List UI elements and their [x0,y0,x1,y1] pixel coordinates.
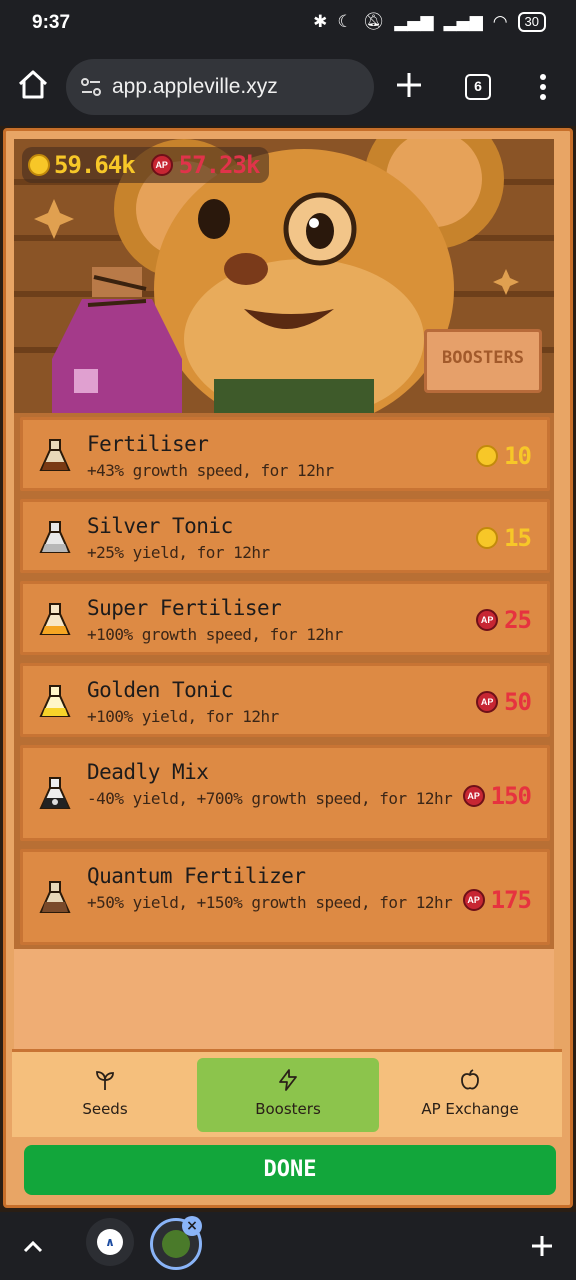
price-value: 15 [504,524,532,552]
mute-icon: 🔕︎ [362,12,385,32]
booster-row-quantum-fertilizer[interactable]: Quantum Fertilizer +50% yield, +150% gro… [20,849,550,945]
add-icon[interactable] [530,1234,554,1258]
booster-name: Quantum Fertilizer [87,864,306,888]
ap-icon: AP [462,889,485,911]
system-nav-bar: ∧ × [0,1212,576,1280]
coin-icon [28,154,50,176]
booster-row-golden-tonic[interactable]: Golden Tonic +100% yield, for 12hr AP 50 [20,663,550,737]
status-time: 9:37 [32,12,71,33]
close-bubble-icon[interactable]: × [182,1216,202,1236]
price-value: 10 [504,442,532,470]
apple-icon [461,1069,479,1090]
boosters-panel: 59.64k AP 57.23k BOOSTERS Fertiliser +43… [3,128,573,1208]
booster-name: Super Fertiliser [87,596,282,620]
status-icons: ✱ ☾ 🔕︎ ▂▄▆ ▂▄▆ ◠ 30 [313,12,546,32]
moon-icon: ☾ [337,12,353,32]
booster-desc: -40% yield, +700% growth speed, for 12hr [87,789,453,808]
coin-icon [476,445,499,467]
done-button[interactable]: DONE [24,1145,556,1195]
tab-boosters[interactable]: Boosters [197,1058,379,1132]
booster-name: Silver Tonic [87,514,233,538]
signal-icon-2: ▂▄▆ [443,12,483,32]
bluetooth-icon: ✱ [313,12,328,32]
signal-icon: ▂▄▆ [394,12,434,32]
booster-desc: +100% growth speed, for 12hr [87,625,343,644]
ap-icon: AP [476,609,499,631]
booster-row-deadly-mix[interactable]: Deadly Mix -40% yield, +700% growth spee… [20,745,550,841]
brown-potion-icon [39,439,71,471]
url-bar[interactable]: app.appleville.xyz [66,59,374,115]
tab-seeds[interactable]: Seeds [14,1058,196,1132]
new-tab-icon[interactable] [394,70,424,100]
booster-desc: +100% yield, for 12hr [87,707,279,726]
price-value: 175 [490,886,532,914]
booster-desc: +43% growth speed, for 12hr [87,461,334,480]
booster-price: AP 150 [462,782,532,810]
sprout-icon [96,1071,114,1090]
booster-name: Fertiliser [87,432,209,456]
coin-balance: 59.64k [54,151,136,179]
skull-potion-icon [39,777,71,809]
chevron-up-icon[interactable] [22,1236,44,1256]
bottom-tab-bar: Seeds Boosters AP Exchange [12,1049,562,1137]
tab-boosters-label: Boosters [255,1100,321,1118]
boosters-banner: 59.64k AP 57.23k BOOSTERS [14,139,554,413]
booster-row-fertiliser[interactable]: Fertiliser +43% growth speed, for 12hr 1… [20,417,550,491]
game-frame: 59.64k AP 57.23k BOOSTERS Fertiliser +43… [0,126,576,1212]
booster-row-silver-tonic[interactable]: Silver Tonic +25% yield, for 12hr 15 [20,499,550,573]
currency-display: 59.64k AP 57.23k [22,147,270,183]
tab-ap-exchange[interactable]: AP Exchange [379,1058,561,1132]
booster-price: AP 175 [462,886,532,914]
tab-ap-exchange-label: AP Exchange [421,1100,519,1118]
lightning-icon [279,1069,297,1091]
booster-row-super-fertiliser[interactable]: Super Fertiliser +100% growth speed, for… [20,581,550,655]
booster-price: 10 [476,442,532,470]
more-menu-icon[interactable] [534,72,552,102]
boosters-sign-text: BOOSTERS [442,348,524,368]
browser-toolbar: app.appleville.xyz 6 [0,50,576,126]
battery-indicator: 30 [517,12,546,32]
status-bar: 9:37 ✱ ☾ 🔕︎ ▂▄▆ ▂▄▆ ◠ 30 [0,0,576,50]
wifi-icon: ◠ [492,12,508,32]
home-icon[interactable] [16,68,50,102]
booster-price: AP 25 [476,606,532,634]
orange-potion-icon [39,603,71,635]
ap-icon: AP [150,154,173,176]
coin-icon [476,527,499,549]
booster-price: AP 50 [476,688,532,716]
price-value: 150 [490,782,532,810]
app-bubble-1[interactable]: ∧ [86,1218,134,1266]
ap-icon: AP [462,785,485,807]
quantum-potion-icon [39,881,71,913]
silver-potion-icon [39,521,71,553]
site-settings-icon[interactable] [80,76,102,98]
booster-desc: +25% yield, for 12hr [87,543,270,562]
booster-name: Golden Tonic [87,678,233,702]
tab-switcher-button[interactable]: 6 [465,74,491,100]
golden-potion-icon [39,685,71,717]
price-value: 50 [504,688,532,716]
app-logo-icon: ∧ [97,1229,123,1255]
ap-balance: 57.23k [178,151,261,179]
price-value: 25 [504,606,532,634]
booster-desc: +50% yield, +150% growth speed, for 12hr [87,893,453,912]
list-empty-area [14,949,554,1049]
tab-seeds-label: Seeds [82,1100,128,1118]
boosters-sign: BOOSTERS [424,329,542,393]
url-text: app.appleville.xyz [112,75,278,98]
ap-icon: AP [476,691,499,713]
booster-price: 15 [476,524,532,552]
booster-name: Deadly Mix [87,760,209,784]
